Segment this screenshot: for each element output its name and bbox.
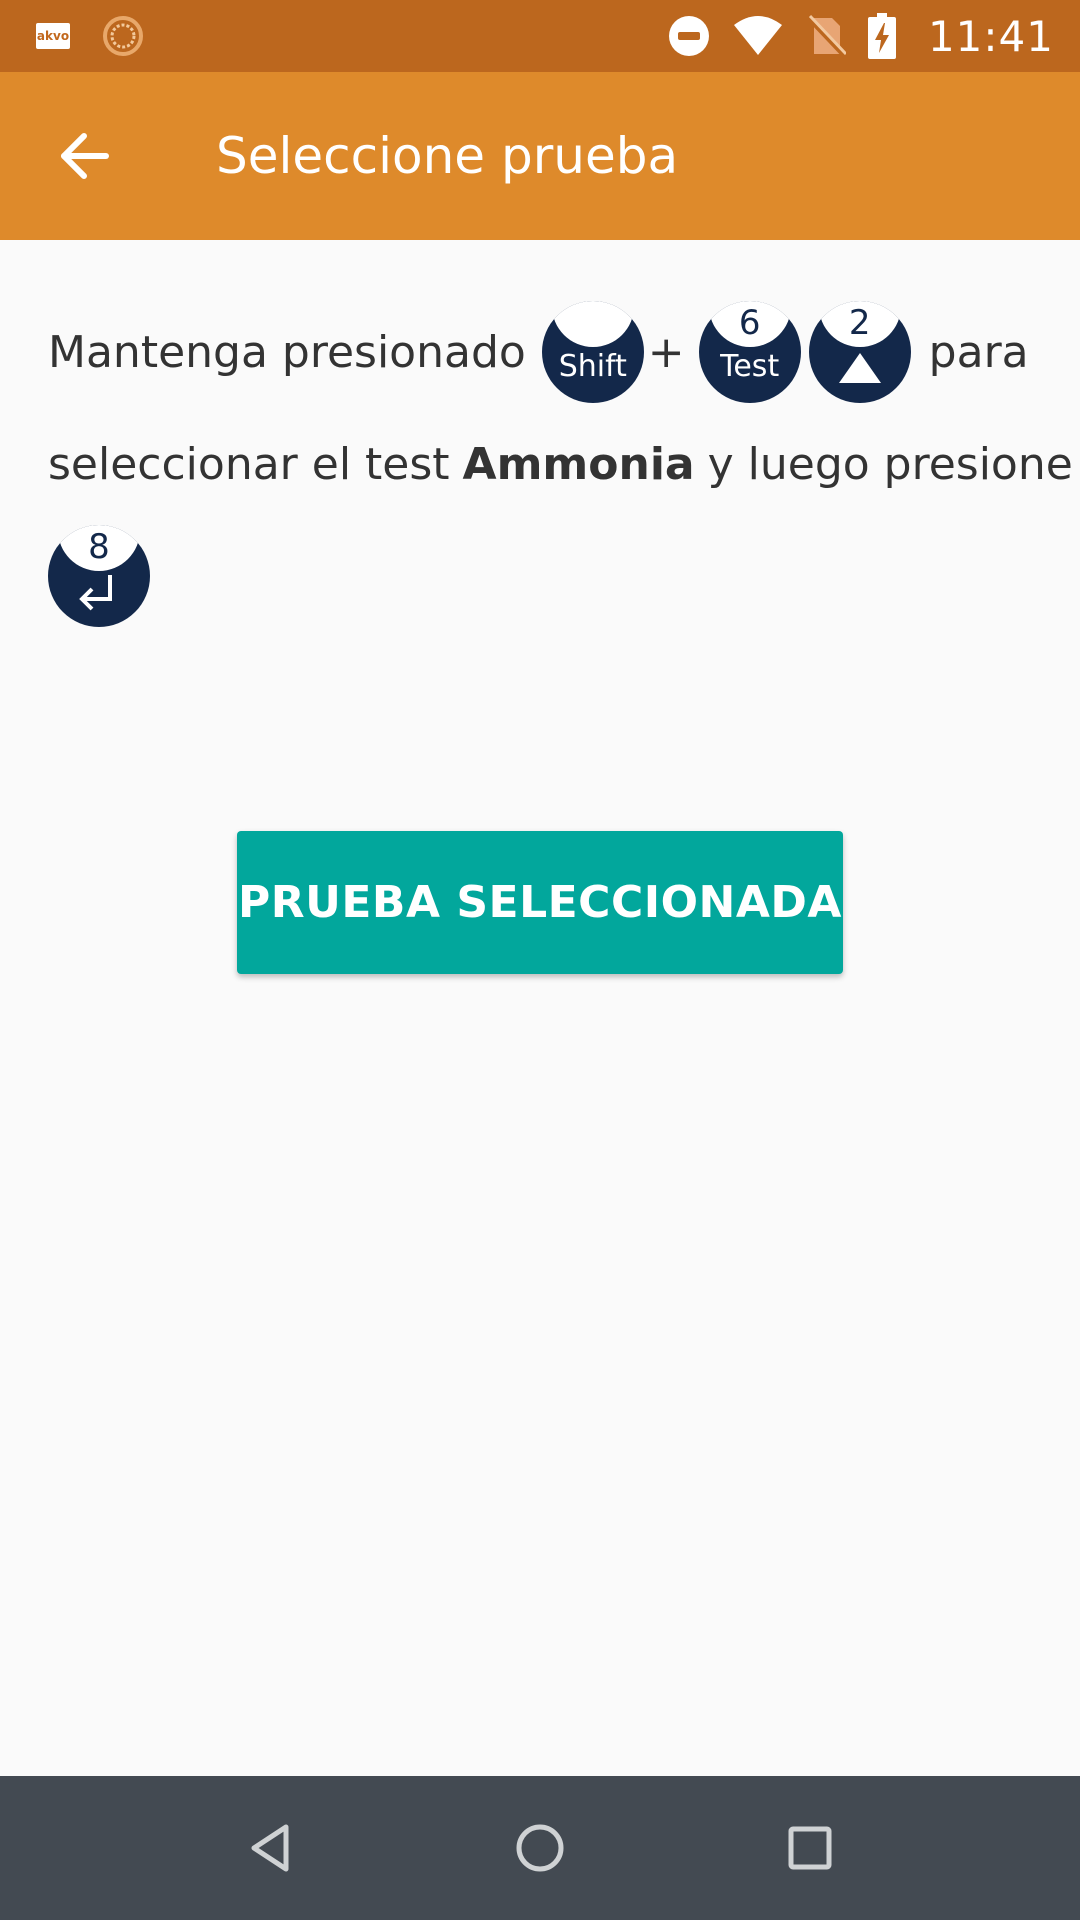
status-bar-right: 11:41 (668, 0, 1054, 72)
enter-arrow-icon (79, 575, 112, 611)
status-bar: akvo 11:41 (0, 0, 1080, 72)
nav-home-button[interactable] (480, 1776, 600, 1920)
akvo-icon: akvo (36, 23, 70, 49)
plus-sign: + (647, 326, 685, 378)
home-circle-icon (516, 1824, 564, 1872)
navigation-bar (0, 1776, 1080, 1920)
up-triangle-icon (838, 353, 881, 383)
test-selected-button[interactable]: PRUEBA SELECCIONADA (237, 831, 843, 974)
key-label: Shift (558, 349, 627, 384)
wifi-icon (733, 16, 782, 55)
recents-square-icon (788, 1826, 832, 1870)
back-triangle-icon (251, 1824, 289, 1872)
key-number: 8 (88, 527, 110, 567)
key-number: 6 (738, 303, 761, 343)
up-key-icon: 2 (808, 301, 911, 403)
instruction-text-3: seleccionar el test (48, 438, 450, 490)
test-key-icon: 6 Test (698, 301, 801, 403)
instruction-line-2: seleccionar el test Ammonia y luego pres… (48, 412, 1073, 516)
battery-charging-icon (867, 13, 896, 59)
key-number: 2 (848, 303, 871, 343)
back-button[interactable] (36, 112, 132, 200)
nav-back-button[interactable] (210, 1776, 330, 1920)
key-label: Test (720, 349, 780, 384)
instruction-line-3: 8 (48, 524, 150, 628)
app-bar: Seleccione prueba (0, 72, 1080, 240)
instruction-text-2: para (928, 326, 1029, 378)
enter-key-icon: 8 (48, 525, 150, 627)
shift-key-icon: Shift (541, 301, 644, 403)
instruction-text-4: y luego presione (707, 438, 1073, 490)
status-bar-left: akvo (36, 0, 144, 72)
test-name: Ammonia (462, 438, 695, 490)
nav-recents-button[interactable] (750, 1776, 870, 1920)
do-not-disturb-icon (668, 16, 709, 56)
status-clock: 11:41 (927, 11, 1054, 61)
instruction-text-1: Mantenga presionado (48, 326, 526, 378)
arrow-back-icon (61, 133, 109, 179)
no-sim-icon (806, 14, 846, 58)
instruction-line-1: Mantenga presionado Shift + 6 Test 2 par… (48, 300, 1029, 404)
page-title: Seleccione prueba (216, 127, 679, 185)
sync-icon (103, 16, 143, 56)
